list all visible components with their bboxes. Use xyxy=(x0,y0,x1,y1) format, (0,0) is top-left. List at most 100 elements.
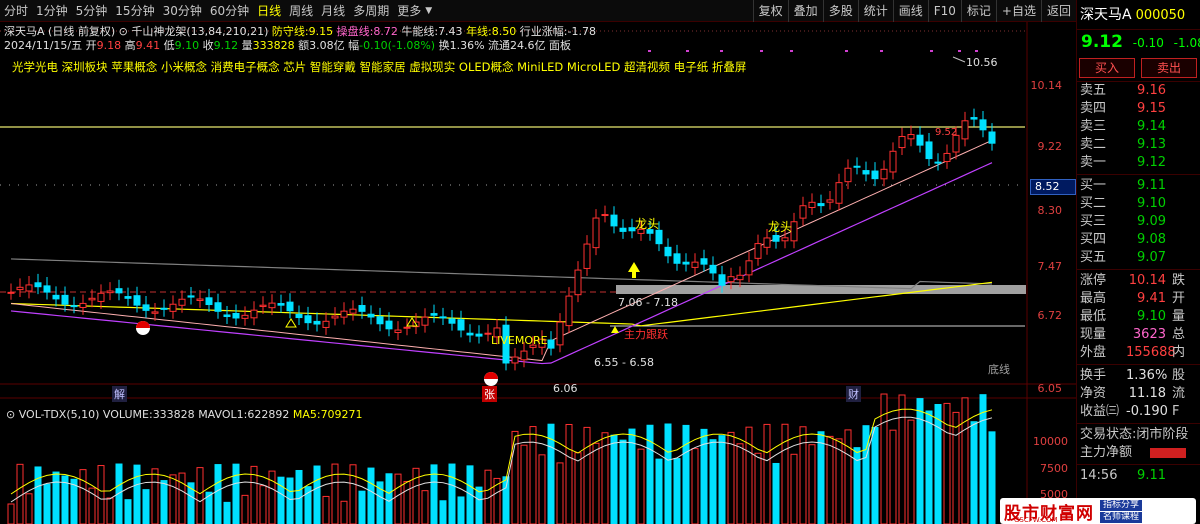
candle-body xyxy=(862,170,870,175)
open-value: 9.18 xyxy=(96,39,122,52)
price-axis-label: 7.47 xyxy=(1037,260,1063,273)
vol-volume-value: 333828 xyxy=(152,408,195,421)
volume-bar xyxy=(934,404,942,524)
ask-price: 9.15 xyxy=(1137,101,1166,116)
volume-bar xyxy=(7,503,15,524)
volume-bar xyxy=(925,410,933,524)
candle-body xyxy=(763,237,771,248)
candle-body xyxy=(70,305,78,308)
volume-bar xyxy=(574,452,582,524)
volume-bar xyxy=(106,497,114,524)
close-value: 9.12 xyxy=(213,39,239,52)
change-value: -0.10(-1.08%) xyxy=(359,39,436,52)
volume-bar xyxy=(187,482,195,524)
volume-bar xyxy=(520,444,528,524)
back-button[interactable]: 返回 xyxy=(1040,0,1076,22)
livemore-label: LIVEMORE xyxy=(491,334,548,347)
candle-body xyxy=(205,297,213,306)
candle-body xyxy=(799,205,807,219)
candle-body xyxy=(601,214,609,217)
candle-body xyxy=(466,332,474,336)
bid-label: 买一 xyxy=(1080,178,1107,193)
volume-bar xyxy=(799,426,807,524)
volume-bar xyxy=(691,448,699,524)
candle-body xyxy=(241,314,249,319)
draw-line-button[interactable]: 画线 xyxy=(892,0,928,22)
candle-body xyxy=(727,276,735,283)
multi-stock-button[interactable]: 多股 xyxy=(822,0,858,22)
watermark-tag: 名师课程 xyxy=(1100,511,1143,523)
mark-button[interactable]: 标记 xyxy=(960,0,996,22)
volume-bar xyxy=(565,423,573,524)
price-axis-label: 6.05 xyxy=(1037,382,1063,395)
volume-bar xyxy=(133,464,141,524)
volume-indicator-name[interactable]: VOL-TDX(5,10) xyxy=(19,408,100,421)
volume-settings-icon[interactable]: ⊙ xyxy=(6,408,15,421)
vol-mavol1-value: 622892 xyxy=(247,408,290,421)
candle-body xyxy=(439,316,447,319)
kline-chart[interactable] xyxy=(0,22,1076,524)
add-watchlist-button[interactable]: +自选 xyxy=(995,0,1041,22)
volume-bar xyxy=(610,434,618,524)
kline-chart-area[interactable]: 深天马A (日线 前复权) ⊙ 千山神龙架(13,84,210,21) 防守线:… xyxy=(0,22,1076,524)
board-link[interactable]: 面板 xyxy=(549,39,571,52)
tab-1min[interactable]: 1分钟 xyxy=(32,0,72,22)
tab-monthly[interactable]: 月线 xyxy=(317,0,349,22)
f10-button[interactable]: F10 xyxy=(927,0,961,22)
candle-body xyxy=(340,310,348,318)
volume-bar xyxy=(637,448,645,524)
volume-bar xyxy=(232,463,240,524)
fuquan-button[interactable]: 复权 xyxy=(752,0,788,22)
stat-label: 换手 xyxy=(1080,368,1107,383)
volume-bar xyxy=(826,435,834,524)
tab-multi-period[interactable]: 多周期 xyxy=(349,0,393,22)
candle-body xyxy=(97,292,105,302)
candle-body xyxy=(331,315,339,319)
main-flow-bar xyxy=(1150,448,1186,458)
candle-body xyxy=(745,260,753,276)
tab-fenshi[interactable]: 分时 xyxy=(0,0,32,22)
tab-daily[interactable]: 日线 xyxy=(253,0,285,22)
tab-weekly[interactable]: 周线 xyxy=(285,0,317,22)
stat-value: 155688 xyxy=(1126,345,1176,360)
candle-body xyxy=(700,258,708,265)
candle-body xyxy=(772,234,780,242)
ask-row: 卖五 9.16 xyxy=(1077,82,1200,100)
toolbar-right-buttons: 复权 叠加 多股 统计 画线 F10 标记 +自选 返回 xyxy=(752,0,1076,22)
volume-bar xyxy=(817,431,825,524)
tab-15min[interactable]: 15分钟 xyxy=(111,0,158,22)
bid-list: 买一 9.11 买二 9.10 买三 9.09 买四 9.08 买五 9.07 xyxy=(1077,177,1200,267)
tab-more[interactable]: 更多 xyxy=(393,0,425,22)
dragon-label-2: 龙头 xyxy=(768,220,793,234)
float-value: 24.6亿 xyxy=(510,39,546,52)
buy-button[interactable]: 买入 xyxy=(1079,58,1135,78)
volume-bar xyxy=(664,423,672,524)
sell-button[interactable]: 卖出 xyxy=(1141,58,1197,78)
candle-body xyxy=(25,284,33,292)
overlay-button[interactable]: 叠加 xyxy=(787,0,823,22)
bid-price: 9.08 xyxy=(1137,232,1166,247)
volume-bar xyxy=(538,454,546,524)
more-chevron-icon[interactable]: ▼ xyxy=(425,0,432,22)
ask-list: 卖五 9.16 卖四 9.15 卖三 9.14 卖二 9.13 卖一 9.12 xyxy=(1077,82,1200,172)
volume-bar xyxy=(583,426,591,524)
volume-bar xyxy=(970,421,978,524)
stats2-list: 换手 1.36% 股 净资 11.18 流 收益㈢ -0.190 F xyxy=(1077,367,1200,421)
candle-body xyxy=(52,294,60,300)
candle-body xyxy=(7,291,15,294)
volume-bar xyxy=(367,467,375,524)
statistics-button[interactable]: 统计 xyxy=(857,0,893,22)
candle-body xyxy=(808,201,816,208)
candle-body xyxy=(349,308,357,314)
bottom-low-mark: 6.06 xyxy=(553,382,578,395)
tab-60min[interactable]: 60分钟 xyxy=(206,0,253,22)
volume-bar xyxy=(268,470,276,524)
candle-body xyxy=(268,302,276,309)
main-flow-label: 主力净额 xyxy=(1080,445,1133,460)
tab-5min[interactable]: 5分钟 xyxy=(72,0,112,22)
quote-stock-code: 000050 xyxy=(1135,8,1186,23)
concept-tags[interactable]: 光学光电 深圳板块 苹果概念 小米概念 消费电子概念 芯片 智能穿戴 智能家居 … xyxy=(12,59,746,75)
tab-30min[interactable]: 30分钟 xyxy=(159,0,206,22)
candle-body xyxy=(889,150,897,173)
high-price-mark: 10.56 xyxy=(966,56,998,69)
